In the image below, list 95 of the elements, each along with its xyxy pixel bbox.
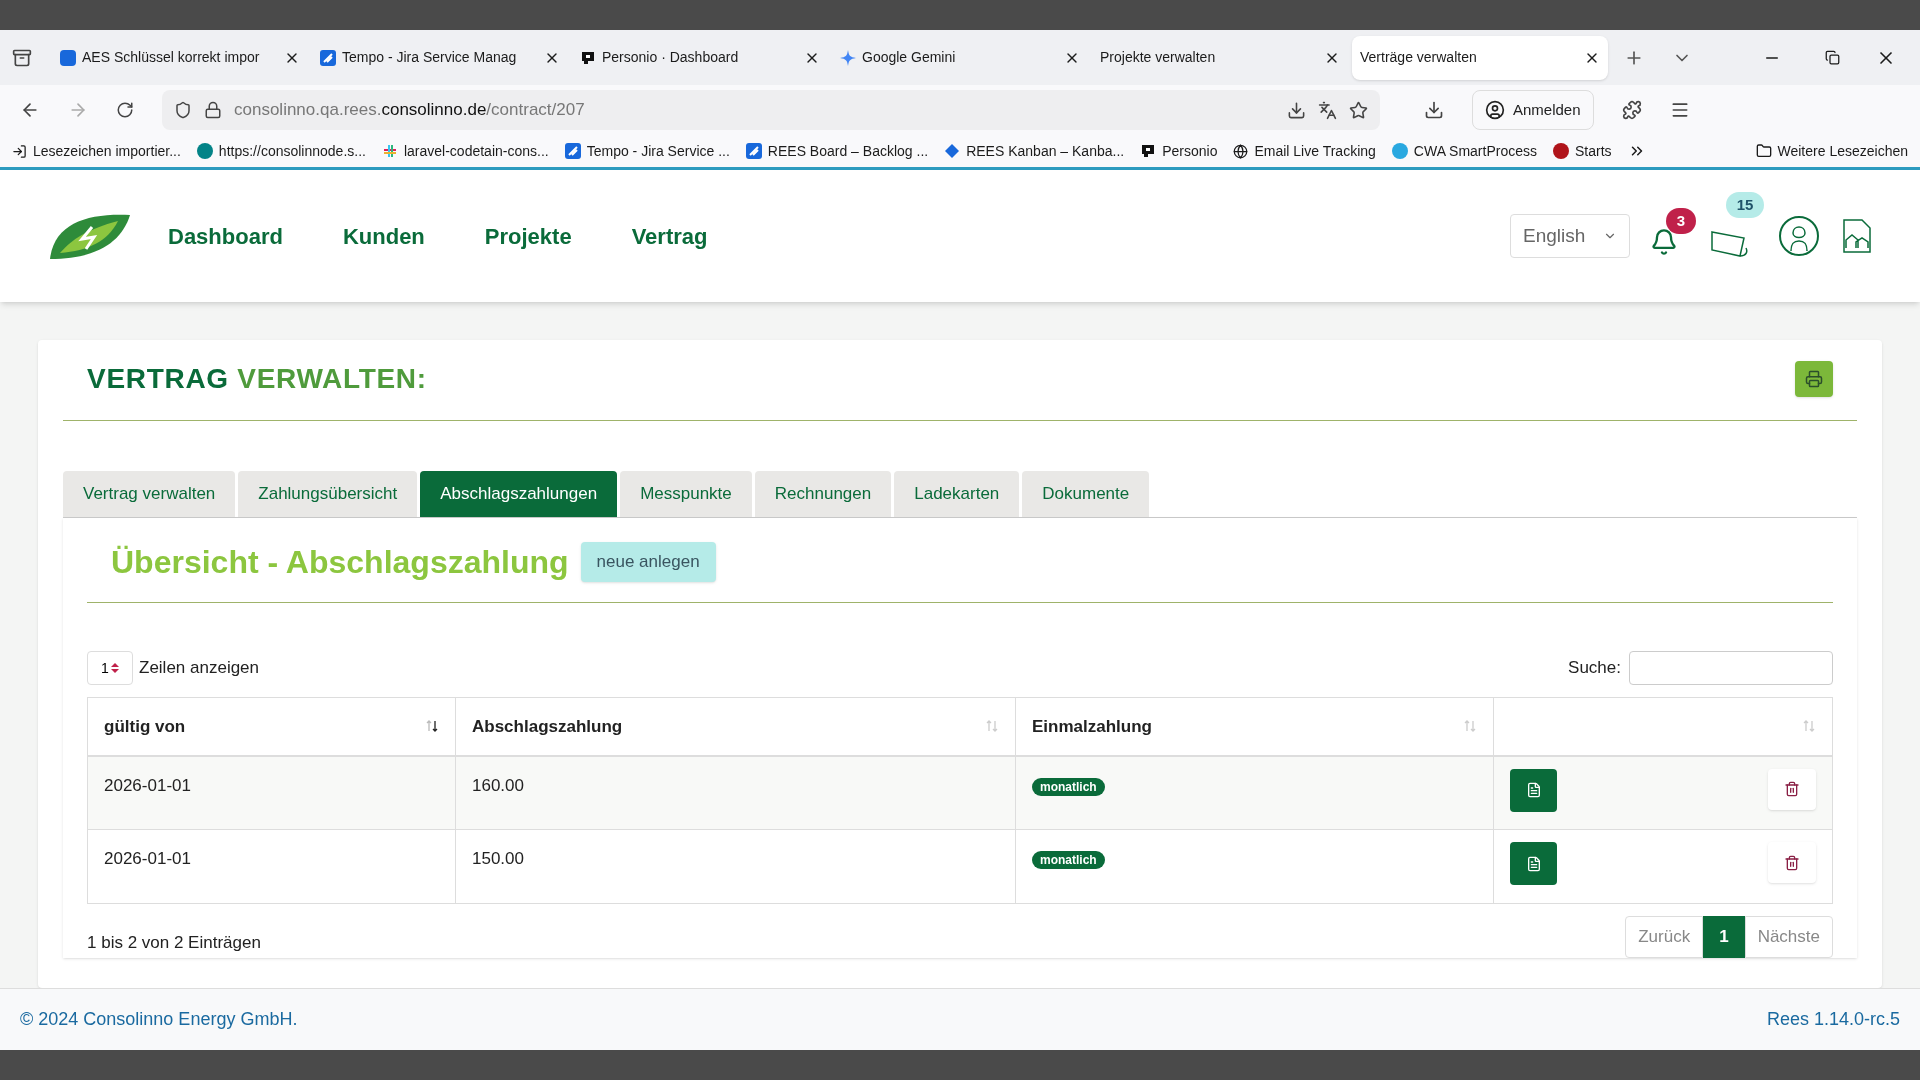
bookmark[interactable]: laravel-codetain-cons... [381,140,549,162]
sort-icon[interactable] [425,719,439,734]
user-icon [1485,100,1505,120]
length-select[interactable]: 1 [87,651,133,685]
table-cell: 160.00 [455,755,1016,830]
page-tab[interactable]: Messpunkte [620,471,752,517]
app-icon [580,49,596,66]
news-badge: 15 [1726,192,1764,218]
extensions-icon[interactable] [1621,100,1642,120]
globe-icon [1233,143,1249,159]
document-button[interactable] [1510,842,1557,885]
page-tab[interactable]: Ladekarten [894,471,1020,517]
app-icon [196,143,213,159]
table-info: 1 bis 2 von 2 Einträgen [87,932,261,955]
bookmark[interactable]: Email Live Tracking [1233,140,1376,162]
bookmark[interactable]: Lesezeichen importier... [12,140,181,162]
tab-list-icon[interactable] [12,47,32,68]
browser-tab[interactable]: AES Schlüssel korrekt impor [52,35,308,80]
status-badge: monatlich [1032,777,1105,796]
table-cell: 150.00 [455,829,1016,904]
search-label: Suche: [1568,657,1621,680]
house-document-icon[interactable] [1840,218,1872,254]
page-tab[interactable]: Dokumente [1022,471,1150,517]
app-icon [1391,143,1408,159]
page-tab[interactable]: Rechnungen [754,471,892,517]
browser-tab[interactable]: Verträge verwalten [1352,35,1608,80]
column-header[interactable]: Einmalzahlung [1015,697,1494,756]
page-title: VERTRAG VERWALTEN: [87,363,427,394]
user-avatar-icon[interactable] [1778,215,1820,257]
lock-icon [204,101,222,119]
bookmark[interactable]: REES Kanban – Kanba... [944,140,1125,162]
folder-icon [1755,143,1772,159]
app-icon [745,143,762,159]
previous-button[interactable]: Zurück [1625,916,1704,958]
bookmark[interactable]: https://consolinnode.s... [196,140,366,162]
trash-icon [1784,781,1800,797]
page-tab[interactable]: Zahlungsübersicht [238,471,418,517]
updown-caret-icon [110,663,119,673]
app-icon [60,49,76,66]
document-icon [1525,855,1542,872]
document-button[interactable] [1510,768,1557,812]
nav-link[interactable]: Vertrag [631,219,708,253]
nav-link[interactable]: Kunden [342,219,425,253]
star-icon [840,49,856,66]
bookmark[interactable]: REES Board – Backlog ... [745,140,929,162]
browser-tab[interactable]: Google Gemini [832,35,1088,80]
bookmark[interactable]: Personio [1140,140,1218,162]
app-icon [381,143,398,159]
nav-link[interactable]: Dashboard [168,219,283,253]
diamond-icon [944,143,961,159]
version-text: Rees 1.14.0-rc.5 [1766,1008,1900,1031]
status-badge: monatlich [1032,851,1105,869]
nav-link[interactable]: Projekte [484,219,572,253]
printer-icon [1805,370,1823,388]
bookmark-folder[interactable]: Weitere Lesezeichen [1755,140,1908,162]
sign-in-button[interactable]: Anmelden [1472,90,1594,130]
page-tab[interactable]: Vertrag verwalten [63,471,236,517]
next-button[interactable]: Nächste [1744,916,1833,958]
bell-icon[interactable] [1650,228,1678,256]
column-header[interactable]: Abschlagszahlung [455,697,1016,756]
shield-icon [174,101,192,119]
section-title: Übersicht - Abschlagszahlung [111,543,569,582]
app-icon [320,49,336,66]
notification-badge: 3 [1666,208,1696,234]
table-cell: 2026-01-01 [87,755,456,830]
translate-icon[interactable] [1318,100,1337,120]
length-label: Zeilen anzeigen [139,657,260,680]
app-icon [564,143,581,159]
document-icon [1525,782,1542,798]
browser-tab[interactable]: Tempo - Jira Service Manag [312,35,568,80]
app-icon [1140,143,1157,159]
address-bar[interactable]: consolinno.qa.rees.consolinno.de/contract/207 [162,90,1380,130]
language-select[interactable]: English [1510,214,1630,258]
copyright-text: © 2024 Consolinno Energy GmbH. [20,1008,298,1031]
browser-tab[interactable]: Personio · Dashboard [572,35,828,80]
page-tab[interactable]: Abschlagszahlungen [420,471,618,517]
print-button[interactable] [1795,361,1833,397]
column-header[interactable]: gültig von [87,697,456,756]
download-icon[interactable] [1424,100,1444,120]
delete-button[interactable] [1768,768,1816,810]
import-icon [12,143,27,159]
search-field[interactable] [1629,651,1833,685]
install-icon[interactable] [1287,100,1306,120]
bookmark[interactable]: Starts [1553,140,1612,162]
bookmark[interactable]: CWA SmartProcess [1391,140,1537,162]
delete-button[interactable] [1768,842,1816,883]
reload-icon[interactable] [116,101,134,119]
new-button[interactable]: neue anlegen [580,542,716,582]
table-cell: 2026-01-01 [87,829,456,904]
page-button[interactable]: 1 [1703,916,1745,958]
star-icon[interactable] [1349,100,1368,120]
bookmark[interactable]: Tempo - Jira Service ... [564,140,730,162]
trash-icon [1784,854,1800,871]
browser-tab[interactable]: Projekte verwalten [1092,35,1348,80]
restore-icon[interactable] [1825,50,1840,65]
